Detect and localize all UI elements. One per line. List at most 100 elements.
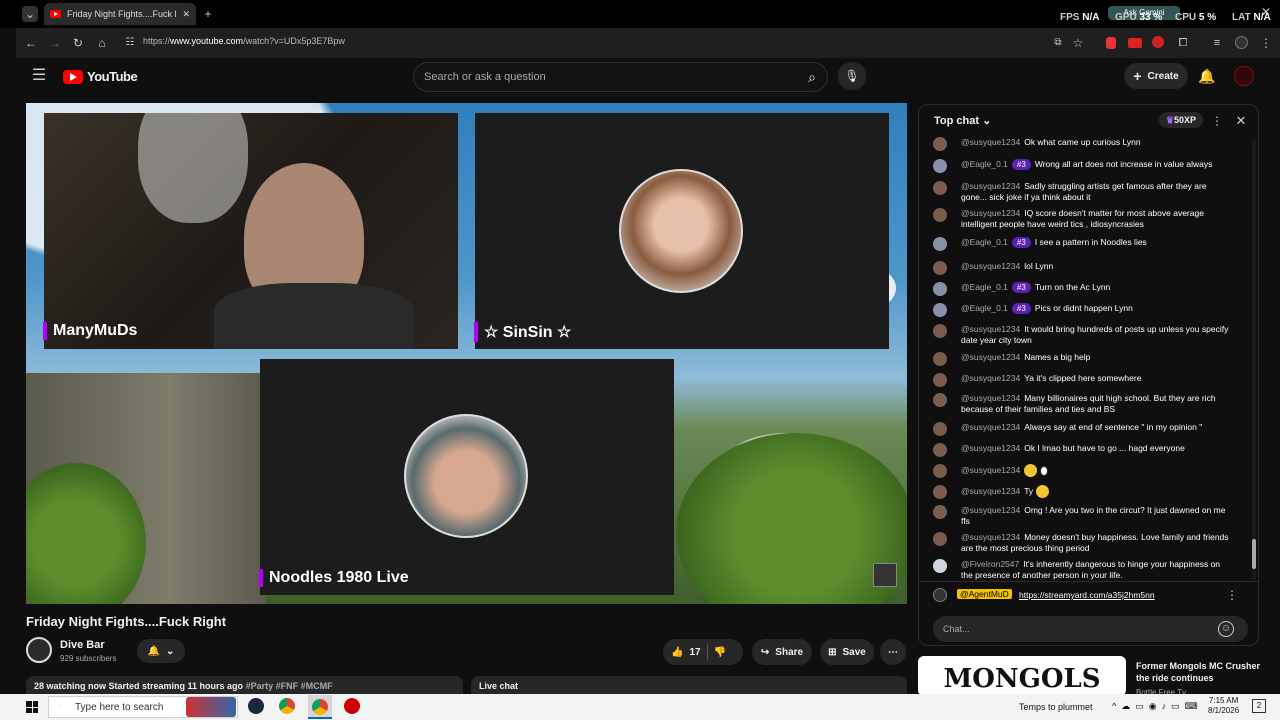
notification-center-icon[interactable]: 2 (1252, 699, 1266, 713)
chat-user-avatar[interactable] (933, 464, 947, 478)
chat-username[interactable]: @Eagle_0.1 (961, 159, 1008, 169)
subscribed-button[interactable]: 🔔 ⌄ (137, 639, 185, 663)
chat-username[interactable]: @susyque1234 (961, 137, 1020, 147)
chat-scrollbar[interactable] (1252, 139, 1256, 579)
chat-mode-dropdown[interactable]: Top chat ⌄ (934, 114, 991, 127)
description-box[interactable]: 28 watching now Started streaming 11 hou… (26, 676, 463, 696)
chat-username[interactable]: @Eagle_0.1 (961, 303, 1008, 313)
search-input[interactable]: Search or ask a question (413, 62, 828, 92)
pinned-more-icon[interactable]: ⋮ (1224, 587, 1240, 603)
browser-tab[interactable]: Friday Night Fights....Fuck Right ✕ (44, 3, 196, 25)
chat-user-avatar[interactable] (933, 443, 947, 457)
chat-username[interactable]: @susyque1234 (961, 532, 1020, 542)
more-actions-icon[interactable]: ⋯ (880, 639, 906, 665)
close-chat-icon[interactable]: ✕ (1233, 113, 1249, 129)
forward-icon[interactable]: → (47, 35, 63, 51)
live-chat-replay-header[interactable]: Live chat (471, 676, 907, 696)
windows-start-icon[interactable] (26, 701, 38, 713)
chat-username[interactable]: @susyque1234 (961, 352, 1020, 362)
bookmark-star-icon[interactable]: ☆ (1070, 35, 1086, 51)
clock[interactable]: 7:15 AM 8/1/2026 (1208, 696, 1239, 716)
chat-user-avatar[interactable] (933, 324, 947, 338)
steam-taskbar-icon[interactable] (248, 698, 264, 714)
chat-username[interactable]: @Eagle_0.1 (961, 237, 1008, 247)
home-icon[interactable]: ⌂ (94, 35, 110, 51)
reading-list-icon[interactable]: ≡ (1209, 35, 1225, 51)
hashtags[interactable]: #Party #FNF #MCMF (246, 681, 333, 691)
site-settings-icon[interactable]: ☷ (122, 35, 138, 51)
hamburger-menu-icon[interactable]: ☰ (31, 68, 47, 84)
chat-username[interactable]: @susyque1234 (961, 324, 1020, 334)
chat-user-avatar[interactable] (933, 505, 947, 519)
thumbs-up-icon[interactable]: 👍 (671, 647, 683, 658)
thumbs-down-icon[interactable]: 👎 (714, 647, 726, 658)
share-button[interactable]: ↪ Share (752, 639, 812, 665)
search-highlight-image[interactable] (186, 697, 236, 717)
chat-user-avatar[interactable] (933, 532, 947, 546)
recommended-thumbnail[interactable]: MONGOLS (918, 656, 1126, 696)
close-tab-icon[interactable]: ✕ (182, 9, 190, 20)
channel-watermark-icon[interactable] (873, 563, 897, 587)
weather-widget[interactable]: Temps to plummet (1019, 702, 1093, 712)
chat-scrollbar-thumb[interactable] (1252, 539, 1256, 569)
extension-red-icon[interactable] (1106, 37, 1116, 49)
extensions-puzzle-icon[interactable]: ⧠ (1175, 35, 1191, 51)
chat-username[interactable]: @susyque1234 (961, 373, 1020, 383)
chat-username[interactable]: @susyque1234 (961, 208, 1020, 218)
save-button[interactable]: ⊞ Save (820, 639, 874, 665)
chat-user-avatar[interactable] (933, 485, 947, 499)
browser-menu-icon[interactable]: ⋮ (1258, 35, 1274, 51)
chat-user-avatar[interactable] (933, 559, 947, 573)
like-count[interactable]: 17 (689, 647, 700, 658)
chat-user-avatar[interactable] (933, 261, 947, 275)
new-tab-icon[interactable]: + (200, 6, 216, 22)
youtube-logo[interactable]: YouTube (63, 69, 138, 84)
chat-user-avatar[interactable] (933, 352, 947, 366)
pinned-link[interactable]: https://streamyard.com/a35j2hm5nn (1019, 590, 1155, 600)
chat-user-avatar[interactable] (933, 137, 947, 151)
chat-user-avatar[interactable] (933, 181, 947, 195)
chat-username[interactable]: @susyque1234 (961, 505, 1020, 515)
channel-name[interactable]: Dive Bar (60, 639, 105, 651)
emoji-picker-icon[interactable]: ☺ (1218, 621, 1234, 637)
chat-username[interactable]: @susyque1234 (961, 465, 1020, 475)
chat-user-avatar[interactable] (933, 282, 947, 296)
chrome-taskbar-icon[interactable] (279, 698, 295, 714)
install-app-icon[interactable]: ⧉ (1050, 35, 1066, 51)
back-icon[interactable]: ← (23, 35, 39, 51)
chat-username[interactable]: @susyque1234 (961, 486, 1020, 496)
channel-avatar[interactable] (26, 637, 52, 663)
video-player[interactable]: ManyMuDs ☆ SinSin ☆ Noodles 1980 Live (26, 103, 907, 604)
chat-username[interactable]: @susyque1234 (961, 443, 1020, 453)
chat-user-avatar[interactable] (933, 303, 947, 317)
voice-search-icon[interactable]: 🎙 (838, 62, 866, 90)
chat-user-avatar[interactable] (933, 159, 947, 173)
profile-avatar-icon[interactable] (1235, 36, 1248, 49)
extension-circle-icon[interactable] (1152, 36, 1164, 48)
chat-username[interactable]: @Eagle_0.1 (961, 282, 1008, 292)
extension-abp-icon[interactable] (1128, 38, 1142, 48)
chrome-active-taskbar-slot[interactable] (308, 695, 332, 719)
system-tray-icons[interactable]: ^☁▭◉♪▭⌨ (1112, 701, 1203, 712)
reload-icon[interactable]: ↻ (70, 35, 86, 51)
window-close-icon[interactable]: ✕ (1258, 4, 1274, 20)
chat-username[interactable]: @susyque1234 (961, 261, 1020, 271)
chat-username[interactable]: @FiveIron2547 (961, 559, 1019, 569)
address-bar[interactable]: https://www.youtube.com/watch?v=UDx5p3E7… (143, 36, 345, 46)
account-avatar[interactable] (1234, 66, 1254, 86)
chat-user-avatar[interactable] (933, 422, 947, 436)
chat-username[interactable]: @susyque1234 (961, 422, 1020, 432)
chat-user-avatar[interactable] (933, 393, 947, 407)
chat-user-avatar[interactable] (933, 373, 947, 387)
recommended-title[interactable]: Former Mongols MC Crusher the ride conti… (1136, 660, 1266, 684)
notifications-bell-icon[interactable]: 🔔 (1198, 68, 1215, 84)
create-button[interactable]: + Create (1124, 63, 1188, 89)
tab-list-icon[interactable]: ⌄ (22, 6, 38, 22)
chat-username[interactable]: @susyque1234 (961, 181, 1020, 191)
xp-badge[interactable]: ♛50XP (1159, 112, 1203, 128)
chat-more-icon[interactable]: ⋮ (1209, 113, 1225, 129)
chat-username[interactable]: @susyque1234 (961, 393, 1020, 403)
chat-user-avatar[interactable] (933, 208, 947, 222)
search-icon[interactable]: ⌕ (798, 63, 826, 91)
app-red-taskbar-icon[interactable] (344, 698, 360, 714)
